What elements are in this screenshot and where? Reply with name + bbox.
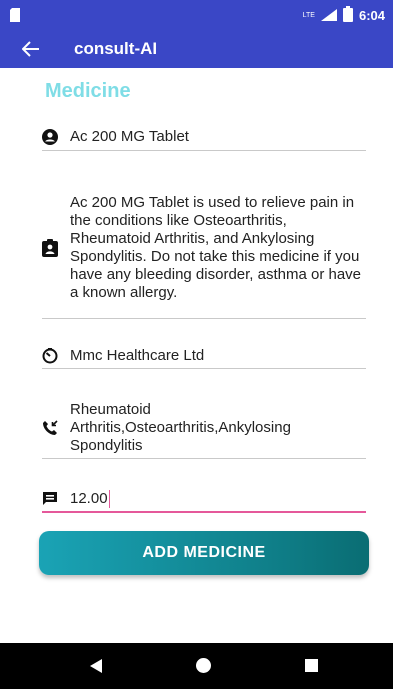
manufacturer-field[interactable]: Mmc Healthcare Ltd — [42, 344, 366, 369]
nav-home-icon[interactable] — [196, 658, 211, 673]
conditions-value: Rheumatoid Arthritis,Osteoarthritis,Anky… — [70, 401, 291, 454]
account-circle-icon — [42, 129, 70, 145]
medicine-description-value: Ac 200 MG Tablet is used to relieve pain… — [70, 194, 362, 301]
section-title: Medicine — [45, 80, 131, 102]
signal-icon — [320, 9, 337, 21]
app-bar: consult-AI — [0, 30, 393, 68]
medicine-name-value: Ac 200 MG Tablet — [70, 128, 189, 145]
clipboard-account-icon — [42, 239, 70, 257]
status-time: 6:04 — [358, 7, 385, 23]
back-arrow-icon[interactable] — [10, 30, 52, 68]
nav-recents-icon[interactable] — [305, 659, 318, 672]
navigation-bar — [0, 643, 393, 689]
conditions-field[interactable]: Rheumatoid Arthritis,Osteoarthritis,Anky… — [42, 398, 366, 459]
price-field[interactable]: 12.00 — [42, 487, 366, 513]
text-cursor — [108, 490, 111, 508]
timer-icon — [42, 348, 70, 364]
medicine-description-field[interactable]: Ac 200 MG Tablet is used to relieve pain… — [42, 178, 366, 319]
manufacturer-value: Mmc Healthcare Ltd — [70, 347, 205, 364]
add-medicine-button[interactable]: ADD MEDICINE — [39, 531, 369, 575]
sim-card-icon — [10, 8, 20, 22]
network-type-label: LTE — [302, 11, 315, 19]
medicine-name-field[interactable]: Ac 200 MG Tablet — [42, 124, 366, 151]
phone-incoming-icon — [42, 420, 70, 436]
nav-back-icon[interactable] — [90, 659, 102, 673]
app-title: consult-AI — [74, 39, 158, 58]
battery-icon — [342, 6, 353, 22]
price-value: 12.00 — [70, 490, 108, 507]
status-bar: LTE 6:04 — [0, 0, 393, 30]
message-icon — [42, 491, 70, 507]
